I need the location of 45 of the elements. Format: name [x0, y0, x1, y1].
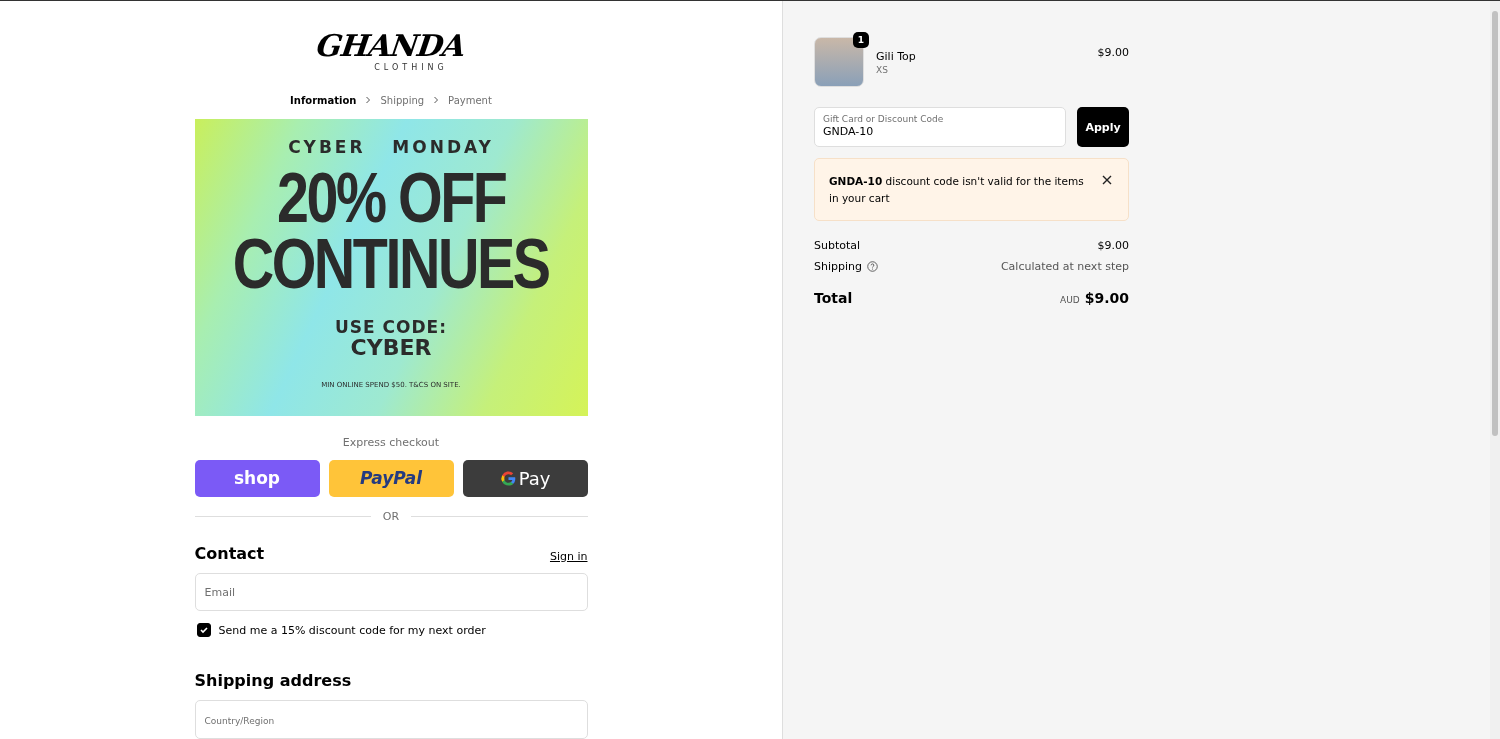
chevron-right-icon: [364, 96, 373, 105]
banner-code-label: USE CODE:: [335, 317, 447, 337]
error-message: GNDA-10 discount code isn't valid for the items in your cart: [829, 174, 1085, 206]
quantity-badge: 1: [853, 32, 869, 48]
express-checkout-title: Express checkout: [342, 435, 440, 449]
shop-pay-button[interactable]: shop: [194, 459, 320, 497]
checkbox[interactable]: [196, 623, 211, 638]
section-heading: Contact: [194, 543, 265, 563]
banner-code: CYBER: [350, 337, 432, 359]
total-value: $9.00: [1084, 290, 1129, 306]
currency-code: AUD: [1060, 295, 1080, 305]
field-label: Gift Card or Discount Code: [823, 114, 945, 124]
discount-code-input[interactable]: GNDA-10: [823, 125, 1057, 138]
banner-headline: 20% OFF: [276, 165, 506, 231]
shipping-label: Shipping: [814, 260, 862, 273]
discount-code-field[interactable]: Gift Card or Discount Code GNDA-10: [814, 107, 1066, 147]
subtotal-value: $9.00: [1097, 239, 1129, 252]
shipping-value: Calculated at next step: [1000, 260, 1129, 273]
sign-in-link[interactable]: Sign in: [549, 549, 588, 563]
product-name: Gili Top: [876, 49, 917, 63]
total-label: Total: [814, 290, 853, 306]
product-variant: XS: [876, 64, 889, 75]
checkmark-icon: [198, 625, 209, 636]
apply-button[interactable]: Apply: [1077, 107, 1129, 147]
section-heading: Shipping address: [194, 671, 353, 691]
breadcrumb-link[interactable]: Information: [290, 94, 357, 106]
breadcrumb-link[interactable]: Payment: [448, 94, 492, 106]
photo-placeholder: [814, 37, 864, 87]
help-icon[interactable]: [867, 261, 878, 272]
close-button[interactable]: [1100, 173, 1114, 187]
store-logo[interactable]: GHANDA CLOTHING: [317, 29, 465, 83]
country-select[interactable]: Country/Region: [194, 700, 588, 739]
paypal-button[interactable]: PayPal: [328, 459, 454, 497]
checkbox-label: Send me a 15% discount code for my next order: [218, 623, 486, 637]
banner-kicker: CYBER MONDAY: [288, 137, 494, 157]
subtotal-label: Subtotal: [814, 239, 861, 252]
banner-headline: CONTINUES: [233, 231, 549, 297]
or-divider-label: OR: [382, 509, 400, 523]
email-field[interactable]: Email: [194, 572, 588, 612]
chevron-right-icon: [432, 96, 441, 105]
google-g-icon: [499, 469, 517, 487]
product-price: $9.00: [1097, 46, 1129, 59]
breadcrumb-link[interactable]: Shipping: [380, 94, 425, 106]
google-pay-button[interactable]: Pay: [462, 459, 588, 497]
scrollbar[interactable]: [1490, 1, 1500, 739]
